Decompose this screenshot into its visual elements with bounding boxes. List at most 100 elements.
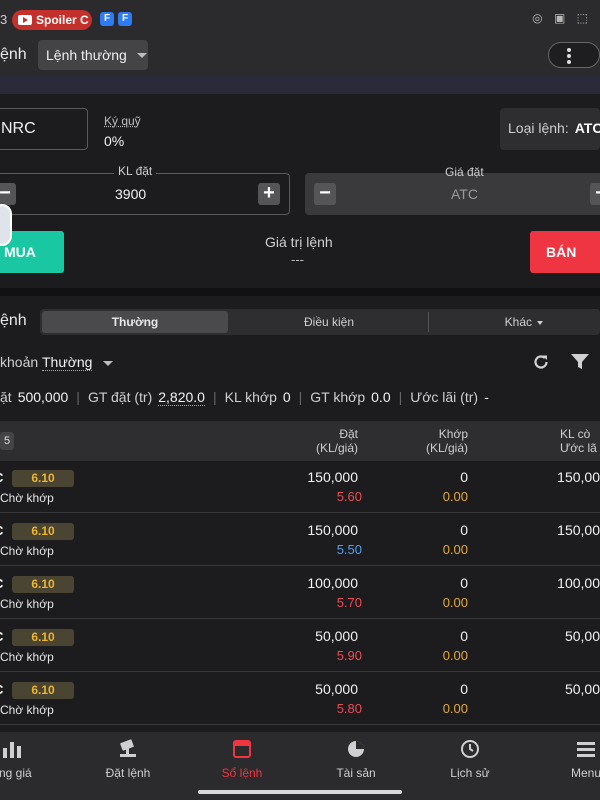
summary-gt-dat-value: 2,820.0 [158,389,205,406]
reference-price-badge: 6.10 [12,470,74,487]
summary-uoc-lai-label: Ước lãi (tr) [410,389,479,405]
tab-normal-label: Thường [111,315,159,329]
youtube-pill[interactable]: Spoiler C [12,10,92,30]
order-kind-value: ATC [574,120,600,136]
remaining-quantity: 150,00 [557,469,600,485]
tab-conditional[interactable]: Điều kiện [230,309,428,335]
nav-price-board-label: ảng giá [0,766,32,780]
orders-section-title: ệnh [0,312,27,329]
reference-price-badge: 6.10 [12,576,74,593]
matched-quantity: 0 [460,628,468,644]
order-symbol: C [0,523,3,538]
order-kind-label: Loại lệnh: [508,120,569,136]
nav-price-board[interactable]: ảng giá [0,738,62,780]
quantity-plus-button[interactable]: + [258,183,280,205]
order-price: 5.50 [336,542,362,557]
tab-normal[interactable]: Thường [42,311,228,333]
symbol-input[interactable]: NRC [0,108,88,150]
reference-price-badge: 6.10 [12,523,74,540]
column-header-dat[interactable]: Đặt (KL/giá) [300,427,358,455]
column-header-khop-line1: Khớp [438,427,468,441]
nav-menu-label: Menu [570,766,600,780]
refresh-icon[interactable] [532,353,550,371]
order-type-label: Lệnh thường [46,47,127,63]
sell-button[interactable]: BÁN [530,231,600,273]
order-price: 5.90 [336,648,362,663]
matched-price: 0.00 [442,595,468,610]
column-header-khop-line2: (KL/giá) [425,441,468,455]
chevron-down-icon [136,52,147,58]
remaining-quantity: 50,00 [564,628,600,644]
order-quantity: 100,000 [307,575,358,591]
order-quantity: 150,000 [307,522,358,538]
column-header-khop[interactable]: Khớp (KL/giá) [410,427,468,455]
margin-label: Ký quỹ [104,114,141,128]
nav-assets[interactable]: Tài sản [306,738,406,780]
nav-place-order[interactable]: Đặt lệnh [78,738,178,780]
column-header-kl-con[interactable]: KL cò Ước lã [560,427,600,455]
matched-price: 0.00 [442,648,468,663]
price-label: Giá đặt [445,165,484,179]
orders-summary: ặt 500,000 | GT đặt (tr) 2,820.0 | KL khớp 0 | GT… [0,389,489,406]
nav-history-label: Lịch sử [450,766,490,780]
more-vertical-icon [567,48,571,64]
summary-kl-dat-label: ặt [0,389,12,405]
price-value[interactable]: ATC [451,186,478,202]
account-type-dropdown[interactable]: Thường [42,354,93,371]
quantity-minus-button[interactable]: − [0,183,16,205]
header-divider [0,76,600,94]
summary-kl-khop-label: KL khớp [224,389,277,405]
chevron-down-icon[interactable] [103,361,113,366]
youtube-icon [18,15,32,25]
matched-price: 0.00 [442,701,468,716]
order-symbol: C [0,576,3,591]
order-price: 5.80 [336,701,362,716]
quantity-value[interactable]: 3900 [115,186,146,202]
order-price: 5.70 [336,595,362,610]
gavel-icon [120,739,136,757]
home-indicator[interactable] [198,790,402,794]
nav-assets-label: Tài sản [336,766,376,780]
order-quantity: 150,000 [307,469,358,485]
system-status-icons: ◎ ▣ ⬚ [532,11,592,25]
nav-history[interactable]: Lịch sử [420,738,520,780]
order-type-dropdown[interactable]: Lệnh thường [38,40,148,70]
summary-gt-dat-label: GT đặt (tr) [87,389,153,405]
avatar[interactable] [0,204,12,246]
account-label: khoản [0,354,39,370]
summary-uoc-lai-value: - [484,389,489,405]
order-kind-selector[interactable]: Loại lệnh: ATC [500,108,600,150]
margin-value: 0% [104,133,125,149]
column-header-dat-line1: Đặt [339,427,358,441]
order-book-icon [233,740,251,758]
order-status: Chờ khớp [0,703,54,717]
quantity-label: KL đặt [114,164,157,178]
matched-price: 0.00 [442,489,468,504]
order-quantity: 50,000 [315,628,358,644]
matched-quantity: 0 [460,522,468,538]
more-options-button[interactable] [548,42,600,68]
order-symbol: C [0,629,3,644]
order-status: Chờ khớp [0,491,54,505]
order-count-badge: 5 [0,432,14,450]
pie-chart-icon [348,741,364,757]
price-minus-button[interactable]: − [314,183,336,205]
order-value: --- [291,252,304,267]
remaining-quantity: 100,00 [557,575,600,591]
tab-other[interactable]: Khác [429,309,600,335]
price-plus-button[interactable]: − [590,183,600,205]
chevron-down-icon [537,320,544,325]
section-separator [0,288,600,296]
order-status: Chờ khớp [0,650,54,664]
summary-gt-khop-label: GT khớp [310,389,366,405]
nav-order-book[interactable]: Sổ lệnh [192,738,292,780]
nav-menu[interactable]: Menu [536,738,600,780]
column-header-dat-line2: (KL/giá) [315,441,358,455]
filter-icon[interactable] [570,353,590,371]
column-header-kl-con-line2: Ước lã [560,441,597,455]
bar-chart-icon [3,742,21,758]
clock-icon [461,740,479,758]
page-title: ệnh [0,46,27,63]
remaining-quantity: 150,00 [557,522,600,538]
matched-quantity: 0 [460,469,468,485]
